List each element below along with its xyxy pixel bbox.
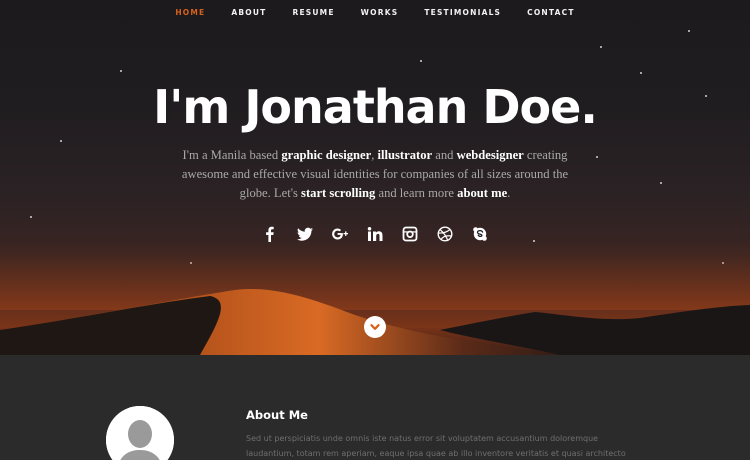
twitter-icon[interactable]	[296, 224, 314, 244]
chevron-down-icon	[370, 324, 380, 330]
hero-headline: I'm Jonathan Doe.	[153, 80, 598, 134]
nav-about[interactable]: ABOUT	[218, 8, 279, 18]
top-nav: HOME ABOUT RESUME WORKS TESTIMONIALS CON…	[0, 8, 750, 18]
nav-works[interactable]: WORKS	[348, 8, 412, 18]
social-links	[0, 224, 750, 244]
about-me-link[interactable]: about me	[457, 186, 507, 200]
about-title: About Me	[246, 408, 308, 422]
facebook-icon[interactable]	[261, 224, 279, 244]
skype-icon[interactable]	[471, 224, 489, 244]
linkedin-icon[interactable]	[366, 224, 384, 244]
hero-intro: I'm a Manila based graphic designer, ill…	[181, 148, 569, 200]
about-section: About Me Sed ut perspiciatis unde omnis …	[0, 355, 750, 460]
hero-section: HOME ABOUT RESUME WORKS TESTIMONIALS CON…	[0, 0, 750, 355]
start-scrolling-link[interactable]: start scrolling	[301, 186, 375, 200]
scroll-down-button[interactable]	[364, 316, 386, 338]
nav-testimonials[interactable]: TESTIMONIALS	[411, 8, 514, 18]
nav-home[interactable]: HOME	[162, 8, 218, 18]
about-text: Sed ut perspiciatis unde omnis iste natu…	[246, 434, 626, 458]
google-plus-icon[interactable]	[331, 224, 349, 244]
avatar	[106, 406, 174, 460]
nav-contact[interactable]: CONTACT	[514, 8, 588, 18]
instagram-icon[interactable]	[401, 224, 419, 244]
dribbble-icon[interactable]	[436, 224, 454, 244]
user-silhouette-icon	[106, 406, 174, 460]
nav-resume[interactable]: RESUME	[279, 8, 347, 18]
